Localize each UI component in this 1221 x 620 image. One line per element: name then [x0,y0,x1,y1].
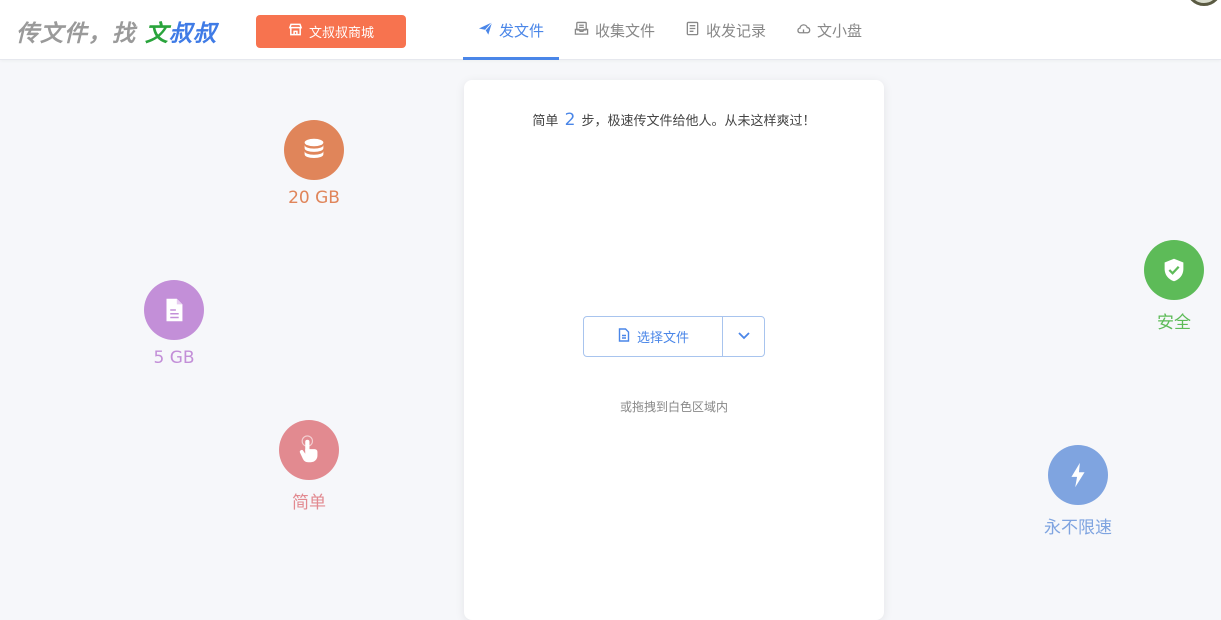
file-icon [617,327,631,346]
cloud-drive-icon [796,21,811,40]
drag-drop-hint: 或拖拽到白色区域内 [619,400,728,414]
tab-label: 收集文件 [595,21,656,40]
tab-collect-files[interactable]: 收集文件 [559,0,670,60]
feature-safe: 安全 [1114,240,1221,333]
logo-prefix: 传文件，找 [16,21,146,47]
logo-green-text: 文 [145,21,170,47]
database-icon [284,120,344,180]
paper-plane-icon [478,21,493,40]
site-logo[interactable]: 传文件，找 文叔叔 [16,14,217,48]
document-list-icon [685,21,700,40]
feature-file-size: 5 GB [114,280,234,368]
chevron-down-icon [737,327,751,346]
feature-label: 永不限速 [1044,518,1112,538]
store-icon [288,22,303,41]
select-file-label: 选择文件 [636,331,689,346]
file-select-group: 选择文件 [583,316,765,357]
feature-label: 简单 [292,493,326,513]
feature-label: 5 GB [153,348,195,368]
logo-blue-text: 叔叔 [169,21,218,47]
file-icon [144,280,204,340]
feature-speed: 永不限速 [1018,445,1138,538]
tab-label: 收发记录 [706,21,767,40]
feature-label: 20 GB [288,188,340,208]
feature-storage: 20 GB [254,120,374,208]
tab-label: 发文件 [499,21,545,40]
shop-button-label: 文叔叔商城 [308,26,374,41]
inbox-icon [574,21,589,40]
tab-send-receive-records[interactable]: 收发记录 [670,0,781,60]
tab-send-file[interactable]: 发文件 [463,0,560,60]
tab-label: 文小盘 [817,21,863,40]
upload-drop-area[interactable]: 简单 2 步，极速传文件给他人。从未这样爽过！ 选择文件 或拖拽到白色区域内 [464,80,884,620]
main-nav: 发文件 收集文件 收发记录 文小盘 [463,0,877,60]
select-file-button[interactable]: 选择文件 [584,317,723,356]
lightning-icon [1048,445,1108,505]
feature-label: 安全 [1157,313,1191,333]
tagline-step-count: 2 [564,110,576,130]
shield-check-icon [1144,240,1204,300]
tab-cloud-drive[interactable]: 文小盘 [781,0,877,60]
feature-simple: 简单 [249,420,369,513]
tagline: 简单 2 步，极速传文件给他人。从未这样爽过！ [464,110,884,130]
tagline-start: 简单 [532,114,559,129]
avatar[interactable] [1186,0,1221,6]
select-options-dropdown[interactable] [723,317,764,356]
hand-pointer-icon [279,420,339,480]
tagline-end: 步，极速传文件给他人。从未这样爽过！ [581,114,816,129]
top-bar: 传文件，找 文叔叔 文叔叔商城 发文件 收集文件 收发记录 文小盘 [0,0,1221,60]
shop-button[interactable]: 文叔叔商城 [256,15,406,48]
